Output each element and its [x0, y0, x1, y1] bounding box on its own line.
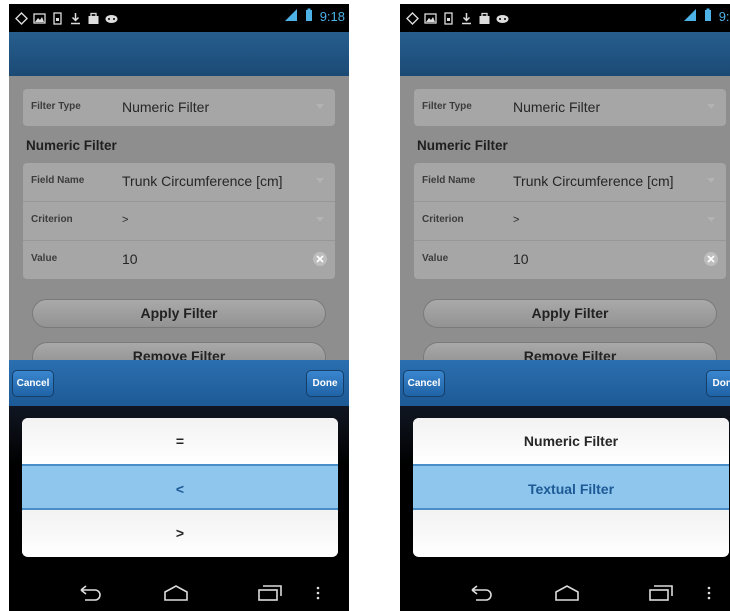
- cancel-button[interactable]: Cancel: [12, 370, 54, 397]
- criterion-select[interactable]: >: [122, 214, 128, 226]
- criterion-row[interactable]: Criterion >: [23, 202, 335, 241]
- image-icon: [424, 12, 437, 25]
- picker-toolbar: Cancel Done: [9, 360, 349, 406]
- filter-type-row[interactable]: Filter Type Numeric Filter: [414, 89, 726, 126]
- filter-type-label: Filter Type: [31, 101, 81, 112]
- field-name-select[interactable]: Trunk Circumference [cm]: [122, 173, 283, 189]
- picker-wheel[interactable]: = < >: [22, 418, 338, 557]
- value-input[interactable]: 10: [122, 251, 138, 267]
- value-label: Value: [31, 253, 58, 264]
- picker-toolbar: Cancel Done: [400, 360, 730, 406]
- bag-icon: [478, 12, 491, 25]
- apply-filter-button[interactable]: Apply Filter: [423, 299, 717, 328]
- navigation-bar: [400, 574, 730, 611]
- filter-type-label: Filter Type: [422, 101, 472, 112]
- recent-apps-icon[interactable]: [648, 584, 674, 602]
- filter-form: Filter Type Numeric Filter Numeric Filte…: [9, 76, 349, 364]
- picker-option-selected[interactable]: Textual Filter: [413, 464, 729, 510]
- filter-type-select[interactable]: Numeric Filter: [513, 99, 600, 115]
- sim-icon: [51, 11, 64, 25]
- value-input[interactable]: 10: [513, 251, 529, 267]
- numeric-filter-group: Field Name Trunk Circumference [cm] Crit…: [414, 163, 726, 279]
- field-name-row[interactable]: Field Name Trunk Circumference [cm]: [414, 163, 726, 202]
- filter-type-select[interactable]: Numeric Filter: [122, 99, 209, 115]
- value-label: Value: [422, 253, 449, 264]
- picker-wheel[interactable]: Numeric Filter Textual Filter: [413, 418, 729, 557]
- filter-form: Filter Type Numeric Filter Numeric Filte…: [400, 76, 730, 364]
- criterion-row[interactable]: Criterion >: [414, 202, 726, 241]
- gamepad-icon: [105, 12, 118, 25]
- menu-icon[interactable]: [313, 584, 323, 602]
- battery-icon: [302, 8, 316, 25]
- cancel-button[interactable]: Cancel: [403, 370, 445, 397]
- home-icon[interactable]: [554, 584, 580, 602]
- sim-icon: [442, 11, 455, 25]
- dropdown-arrow-icon: [707, 104, 715, 109]
- field-name-select[interactable]: Trunk Circumference [cm]: [513, 173, 674, 189]
- field-name-label: Field Name: [31, 175, 85, 186]
- back-icon[interactable]: [77, 584, 103, 602]
- picker-area: = < >: [9, 406, 349, 574]
- field-name-row[interactable]: Field Name Trunk Circumference [cm]: [23, 163, 335, 202]
- done-button[interactable]: Done: [706, 370, 730, 397]
- back-icon[interactable]: [468, 584, 494, 602]
- status-bar: 9:18: [400, 4, 730, 32]
- status-bar: 9:18: [9, 4, 349, 32]
- done-button[interactable]: Done: [306, 370, 344, 397]
- value-row[interactable]: Value 10: [414, 241, 726, 279]
- dropdown-arrow-icon: [707, 178, 715, 183]
- apply-filter-button[interactable]: Apply Filter: [32, 299, 326, 328]
- criterion-label: Criterion: [422, 214, 464, 225]
- section-title: Numeric Filter: [26, 138, 117, 153]
- value-row[interactable]: Value 10: [23, 241, 335, 279]
- navigation-bar: [9, 574, 349, 611]
- criterion-label: Criterion: [31, 214, 73, 225]
- title-bar: [400, 32, 730, 76]
- numeric-filter-group: Field Name Trunk Circumference [cm] Crit…: [23, 163, 335, 279]
- battery-icon: [701, 8, 715, 25]
- notification-icon: [15, 11, 28, 25]
- section-title: Numeric Filter: [417, 138, 508, 153]
- gamepad-icon: [496, 12, 509, 25]
- field-name-label: Field Name: [422, 175, 476, 186]
- signal-icon: [683, 8, 697, 25]
- picker-option[interactable]: [413, 510, 729, 556]
- picker-area: Numeric Filter Textual Filter: [400, 406, 730, 574]
- clock-time: 9:18: [319, 9, 345, 24]
- clock-time: 9:18: [718, 9, 730, 24]
- dropdown-arrow-icon: [316, 104, 324, 109]
- phone-screen-left: 9:18 Filter Type Numeric Filter Numeric …: [9, 4, 349, 611]
- picker-option[interactable]: Numeric Filter: [413, 418, 729, 464]
- picker-option[interactable]: >: [22, 510, 338, 556]
- home-icon[interactable]: [163, 584, 189, 602]
- bag-icon: [87, 12, 100, 25]
- notification-icon: [406, 11, 419, 25]
- signal-icon: [284, 8, 298, 25]
- picker-option-selected[interactable]: <: [22, 464, 338, 510]
- download-icon: [69, 12, 82, 25]
- dropdown-arrow-icon: [316, 178, 324, 183]
- filter-type-row[interactable]: Filter Type Numeric Filter: [23, 89, 335, 126]
- clear-icon[interactable]: [704, 252, 718, 266]
- picker-option[interactable]: =: [22, 418, 338, 464]
- download-icon: [460, 12, 473, 25]
- clear-icon[interactable]: [313, 252, 327, 266]
- dropdown-arrow-icon: [316, 217, 324, 222]
- dropdown-arrow-icon: [707, 217, 715, 222]
- recent-apps-icon[interactable]: [257, 584, 283, 602]
- title-bar: [9, 32, 349, 76]
- menu-icon[interactable]: [704, 584, 714, 602]
- phone-screen-right: 9:18 Filter Type Numeric Filter Numeric …: [400, 4, 730, 611]
- image-icon: [33, 12, 46, 25]
- criterion-select[interactable]: >: [513, 214, 519, 226]
